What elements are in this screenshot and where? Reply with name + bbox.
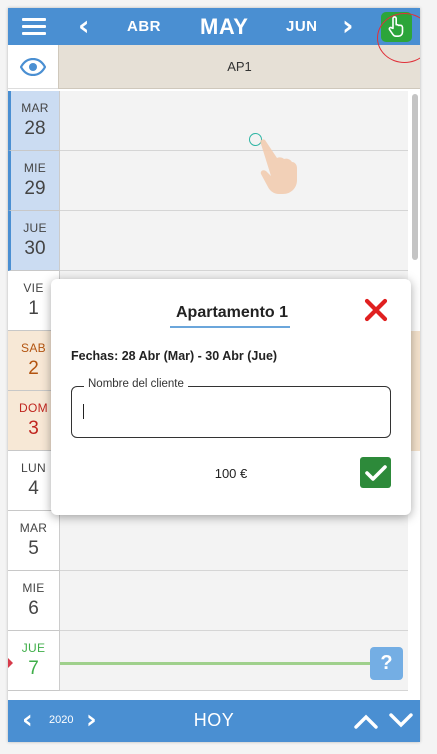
app-window: ‹ ABR MAY JUN › AP1 MAR 28 MIE 29 JUE 30 VI…	[8, 8, 420, 742]
chevron-up-icon[interactable]	[354, 713, 378, 729]
visibility-toggle[interactable]	[8, 45, 58, 89]
chevron-right-icon[interactable]: ›	[342, 12, 354, 40]
weekend-stripe	[410, 391, 420, 451]
vertical-scrollbar[interactable]	[412, 94, 418, 260]
booking-dialog: Apartamento 1 Fechas: 28 Abr (Mar) - 30 …	[51, 279, 411, 515]
dialog-title: Apartamento 1	[176, 304, 289, 321]
weekend-stripe	[410, 331, 420, 391]
top-bar: ‹ ABR MAY JUN ›	[8, 8, 420, 45]
check-icon	[364, 464, 387, 481]
close-icon	[364, 298, 388, 322]
today-line	[60, 662, 370, 665]
day-row[interactable]: MIE 29	[8, 151, 60, 211]
current-month-title: MAY	[200, 14, 249, 39]
next-month-button[interactable]: JUN	[286, 18, 318, 35]
hand-gesture-icon	[260, 139, 297, 194]
today-marker	[8, 658, 13, 668]
client-name-field[interactable]: Nombre del cliente	[71, 378, 391, 438]
booking-dates: Fechas: 28 Abr (Mar) - 30 Abr (Jue)	[71, 349, 278, 363]
day-row[interactable]: MAR 28	[8, 91, 60, 151]
grid-cell[interactable]	[60, 571, 408, 631]
client-name-label: Nombre del cliente	[84, 378, 188, 390]
apartment-code: AP1	[227, 59, 252, 74]
day-row[interactable]: MAR 5	[8, 511, 60, 571]
prev-month-button[interactable]: ABR	[127, 18, 161, 35]
booking-price: 100 €	[214, 466, 248, 481]
grid-cell[interactable]	[60, 151, 408, 211]
close-button[interactable]	[363, 297, 389, 323]
bottom-bar: ‹ 2020 › HOY	[8, 700, 420, 742]
text-cursor	[83, 404, 84, 419]
day-row[interactable]: MIE 6	[8, 571, 60, 631]
chevron-left-icon[interactable]: ‹	[78, 12, 90, 40]
client-name-input[interactable]	[80, 401, 380, 423]
grid-cell[interactable]	[60, 631, 408, 691]
chevron-down-icon[interactable]	[389, 713, 413, 729]
grid-cell[interactable]	[60, 511, 408, 571]
help-button[interactable]: ?	[370, 647, 403, 680]
grid-cell[interactable]	[60, 211, 408, 271]
menu-icon[interactable]	[22, 18, 46, 35]
eye-icon	[20, 57, 46, 76]
day-row-today[interactable]: JUE 7	[8, 631, 60, 691]
grid-cell[interactable]	[60, 91, 408, 151]
confirm-button[interactable]	[360, 457, 391, 488]
day-row[interactable]: JUE 30	[8, 211, 60, 271]
apartment-column-header[interactable]: AP1	[58, 45, 420, 89]
title-underline	[170, 326, 290, 328]
